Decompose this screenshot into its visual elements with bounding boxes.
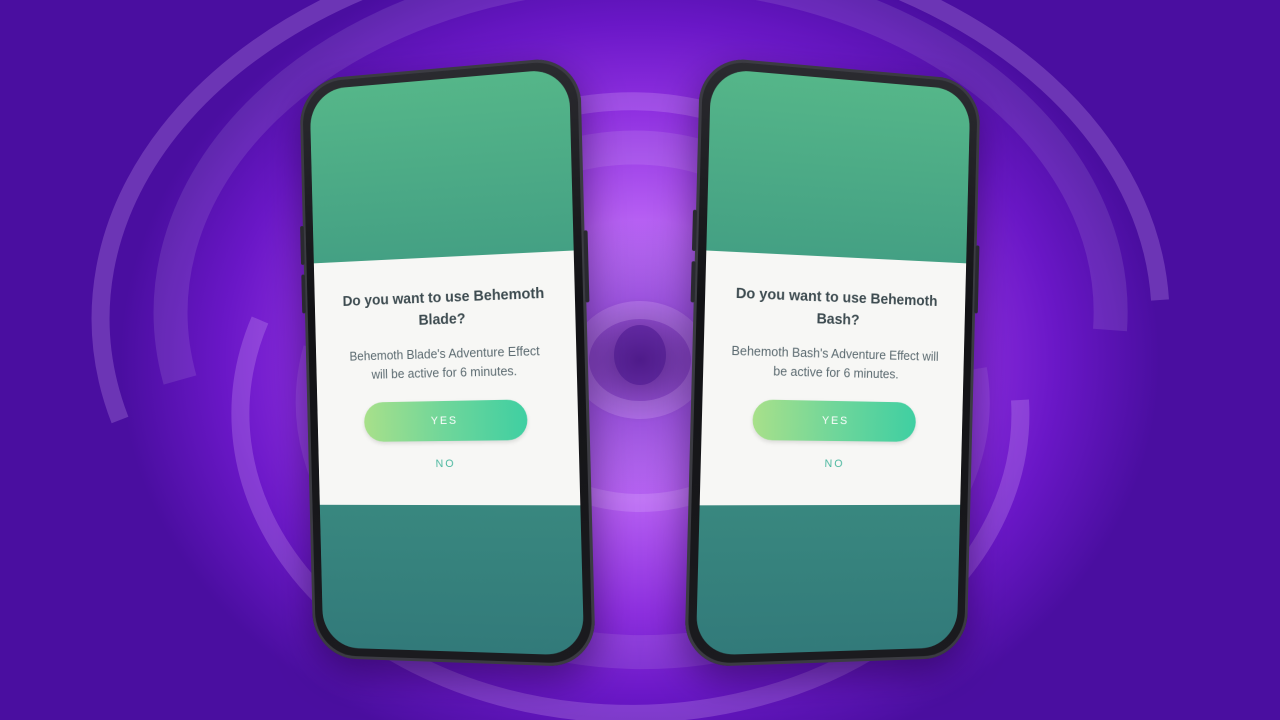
phone-right: Do you want to use Behemoth Bash? Behemo… <box>684 56 981 668</box>
dialog-title: Do you want to use Behemoth Bash? <box>731 282 942 334</box>
dialog-body: Behemoth Blade's Adventure Effect will b… <box>340 342 551 386</box>
no-button[interactable]: NO <box>818 457 850 471</box>
confirm-dialog: Do you want to use Behemoth Blade? Behem… <box>314 251 580 506</box>
no-button[interactable]: NO <box>430 457 462 471</box>
side-button <box>301 274 306 313</box>
dialog-title: Do you want to use Behemoth Blade? <box>339 282 550 334</box>
phone-screen: Do you want to use Behemoth Blade? Behem… <box>310 68 585 656</box>
confirm-dialog: Do you want to use Behemoth Bash? Behemo… <box>700 251 966 506</box>
phone-left: Do you want to use Behemoth Blade? Behem… <box>299 56 596 668</box>
yes-button[interactable]: YES <box>752 399 916 442</box>
yes-button[interactable]: YES <box>364 399 528 442</box>
purple-swirl-background: Do you want to use Behemoth Blade? Behem… <box>0 0 1280 720</box>
dialog-body: Behemoth Bash's Adventure Effect will be… <box>729 342 940 386</box>
side-button <box>691 261 696 302</box>
side-button <box>300 226 305 265</box>
phone-screen: Do you want to use Behemoth Bash? Behemo… <box>696 68 971 656</box>
swirl-pattern <box>0 0 1280 720</box>
side-button <box>692 210 697 251</box>
